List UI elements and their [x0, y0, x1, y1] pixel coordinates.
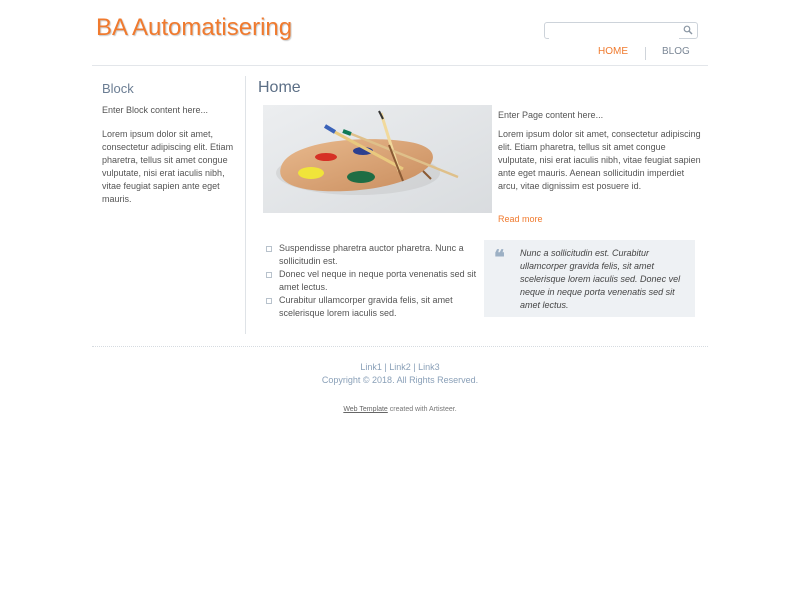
copyright-text: Copyright © 2018. All Rights Reserved.: [321, 375, 479, 385]
footer-link-2[interactable]: Link2: [389, 362, 411, 372]
list-item-text: Suspendisse pharetra auctor pharetra. Nu…: [279, 243, 464, 266]
search-icon[interactable]: [683, 25, 693, 35]
paint-palette-image: [263, 105, 492, 213]
list-item: Curabitur ullamcorper gravida felis, sit…: [266, 294, 481, 320]
sidebar-block-intro: Enter Block content here...: [102, 105, 209, 115]
page-title: Home: [258, 79, 301, 96]
square-bullet-icon: [266, 272, 272, 278]
list-item: Donec vel neque in neque porta venenatis…: [266, 268, 481, 294]
page-intro: Enter Page content here...: [498, 110, 604, 120]
sidebar-block-title: Block: [102, 81, 134, 96]
footer-link-separator: |: [410, 362, 419, 372]
list-item: Suspendisse pharetra auctor pharetra. Nu…: [266, 242, 481, 268]
footer-divider: [92, 346, 708, 347]
credit-text: created with Artisteer.: [387, 406, 457, 413]
read-more-link[interactable]: Read more: [498, 214, 543, 224]
nav-separator: [645, 47, 646, 60]
nav-blog[interactable]: BLOG: [662, 46, 690, 57]
page-body-text: Lorem ipsum dolor sit amet, consectetur …: [498, 129, 701, 191]
sidebar: Block Enter Block content here... Lorem …: [92, 76, 246, 334]
sidebar-block-text: Lorem ipsum dolor sit amet, consectetur …: [102, 129, 234, 204]
footer-link-3[interactable]: Link3: [418, 362, 440, 372]
list-item-text: Donec vel neque in neque porta venenatis…: [279, 269, 477, 292]
quote-text: Nunc a sollicitudin est. Curabitur ullam…: [520, 248, 681, 310]
blockquote: ❝ Nunc a sollicitudin est. Curabitur ull…: [484, 240, 695, 317]
quote-icon: ❝: [494, 245, 505, 269]
template-credit: Web Template created with Artisteer.: [0, 406, 800, 413]
palette-illustration: [263, 105, 492, 213]
web-template-link[interactable]: Web Template: [343, 406, 388, 413]
square-bullet-icon: [266, 298, 272, 304]
bullet-list: Suspendisse pharetra auctor pharetra. Nu…: [266, 242, 481, 320]
site-logo[interactable]: BA Automatisering: [96, 14, 292, 42]
search-box: [544, 22, 698, 40]
nav-home[interactable]: HOME: [598, 46, 628, 57]
list-item-text: Curabitur ullamcorper gravida felis, sit…: [279, 295, 453, 318]
square-bullet-icon: [266, 246, 272, 252]
search-input[interactable]: [549, 26, 679, 40]
footer-links: Link1 | Link2 | Link3: [0, 362, 800, 372]
footer-link-1[interactable]: Link1: [360, 362, 382, 372]
site-header: BA Automatisering HOME BLOG: [92, 0, 708, 66]
